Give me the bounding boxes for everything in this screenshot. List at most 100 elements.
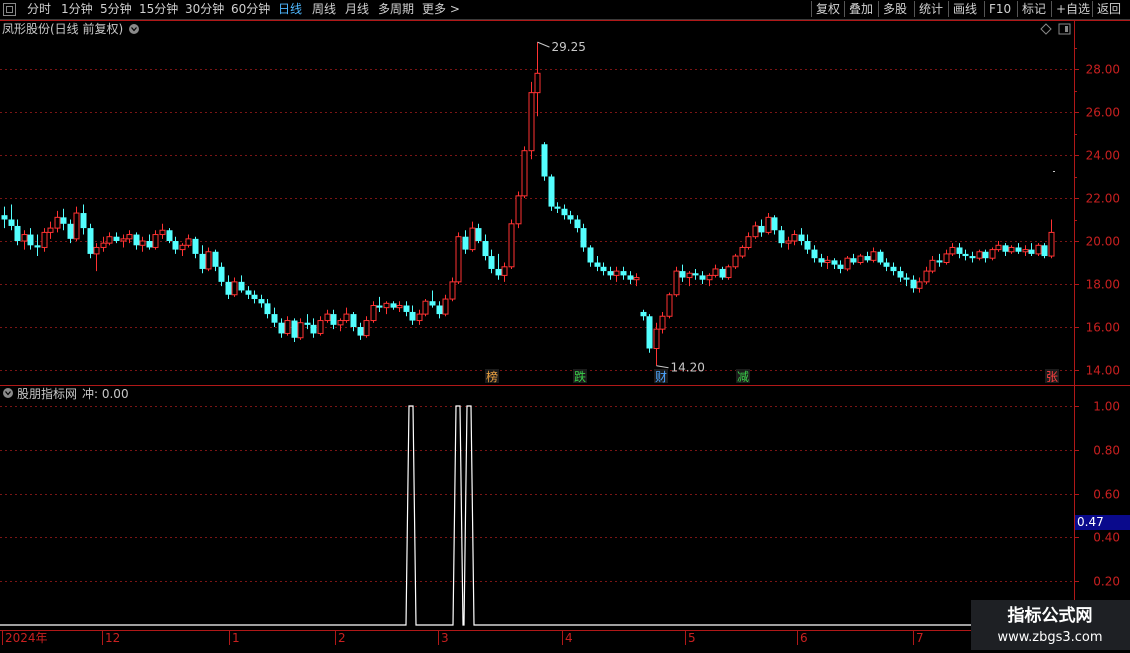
candle-body-up [41, 231, 48, 248]
candle-body-down [357, 327, 364, 336]
candle-body-down [758, 225, 765, 233]
indicator-dropdown-icon[interactable] [3, 388, 13, 398]
candle-body-up [1008, 246, 1015, 253]
candle-body-up [659, 315, 666, 330]
diamond-icon[interactable] [1040, 23, 1052, 35]
candle-body-up [416, 313, 423, 322]
candle-body-down [60, 217, 67, 224]
candle-body-down [640, 311, 647, 317]
main-grid [0, 20, 1130, 630]
candle-body-down [580, 228, 587, 248]
candle-body-down [771, 217, 778, 231]
candle-body-up [752, 225, 759, 238]
event-marker: 跌 [574, 369, 586, 384]
candle-body-down [679, 271, 686, 278]
y-tick-label: 26.00 [1086, 106, 1120, 120]
y-tick-label: 22.00 [1086, 192, 1120, 206]
candle-body-down [956, 247, 963, 254]
indicator-y-tick-label: 0.20 [1093, 575, 1120, 589]
candle-body-down [278, 322, 285, 334]
candle-body-down [804, 241, 811, 250]
candle-body-up [725, 266, 732, 279]
candle-body-down [495, 268, 502, 276]
candle-body-up [93, 246, 100, 255]
candle-body-down [67, 223, 74, 239]
candle-body-down [172, 241, 179, 250]
candle-body-up [455, 236, 462, 283]
high-label: 29.25 [552, 40, 586, 54]
candle-body-up [765, 216, 772, 233]
candle-body-up [73, 212, 80, 240]
candle-body-down [146, 241, 153, 248]
indicator-y-tick-label: 0.80 [1093, 444, 1120, 458]
candle-body-down [837, 264, 844, 269]
candle-body-up [337, 320, 344, 326]
candle-body-up [732, 255, 739, 268]
candle-body-up [976, 251, 983, 259]
date-tick-label: 2024年 [5, 631, 48, 645]
candle-body-down [811, 249, 818, 259]
candle-body-down [600, 266, 607, 272]
indicator-value: 冲: 0.00 [82, 386, 129, 401]
price-annotations: 29.25 14.20 榜 跌 财 减 张 [485, 40, 1059, 384]
panel-toggle-icon[interactable] [1058, 23, 1071, 35]
candle-body-down [877, 251, 884, 263]
candle-body-down [962, 253, 969, 257]
candle-body-up [54, 216, 61, 229]
candle-body-down [864, 256, 871, 261]
candle-body-up [508, 223, 515, 268]
candle-body-down [271, 314, 278, 323]
high-pointer [537, 41, 550, 48]
candle-body-up [824, 259, 831, 264]
dot-mark [1053, 171, 1055, 172]
candle-body-down [910, 279, 917, 289]
cursor-value: 0.47 [1077, 515, 1104, 529]
date-tick-label: 7 [916, 631, 924, 645]
stock-chart[interactable]: 29.25 14.20 榜 跌 财 减 张 0.47 28.00 26.00 24.00 22.0… [0, 0, 1130, 650]
candle-body-up [706, 274, 713, 281]
candle-body-up [521, 150, 528, 197]
candle-body-up [21, 234, 28, 242]
candle-body-down [376, 305, 383, 308]
candle-body-down [548, 176, 555, 207]
candle-body-down [594, 262, 601, 267]
candle-body-up [534, 72, 541, 94]
candle-body-up [613, 270, 620, 276]
candle-body-down [778, 230, 785, 244]
candle-body-up [422, 300, 429, 315]
candle-body-up [528, 92, 535, 152]
candle-body-down [850, 258, 857, 263]
candle-body-down [587, 247, 594, 263]
event-marker: 张 [1046, 370, 1058, 384]
indicator-y-tick-label: 0.60 [1093, 488, 1120, 502]
candle-body-up [284, 320, 291, 334]
candle-body-up [515, 195, 522, 225]
candle-body-down [798, 234, 805, 241]
date-tick-label: 2 [338, 631, 346, 645]
candle-body-down [692, 273, 699, 276]
date-tick-label: 3 [441, 631, 449, 645]
candle-body-down [133, 234, 140, 246]
y-tick-label: 28.00 [1086, 63, 1120, 77]
candle-body-down [646, 316, 653, 349]
candle-body-down [212, 251, 219, 267]
candle-body-down [87, 228, 94, 254]
candle-body-down [969, 256, 976, 259]
y-tick-label: 16.00 [1086, 321, 1120, 335]
date-tick-label: 1 [232, 631, 240, 645]
candle-body-down [620, 271, 627, 276]
candle-body-down [245, 290, 252, 295]
candle-body-down [482, 241, 489, 257]
low-label: 14.20 [671, 361, 705, 375]
candle-body-up [231, 281, 238, 296]
candle-body-down [831, 260, 838, 265]
candle-body-up [989, 249, 996, 259]
indicator-y-tick-label: 1.00 [1093, 400, 1120, 414]
event-marker: 财 [655, 370, 667, 384]
event-marker: 榜 [486, 369, 498, 384]
candle-body-down [1028, 249, 1035, 254]
title-dropdown-icon[interactable] [129, 24, 139, 34]
candle-body-down [903, 277, 910, 280]
candle-body-up [870, 251, 877, 261]
candle-body-up [785, 240, 792, 244]
